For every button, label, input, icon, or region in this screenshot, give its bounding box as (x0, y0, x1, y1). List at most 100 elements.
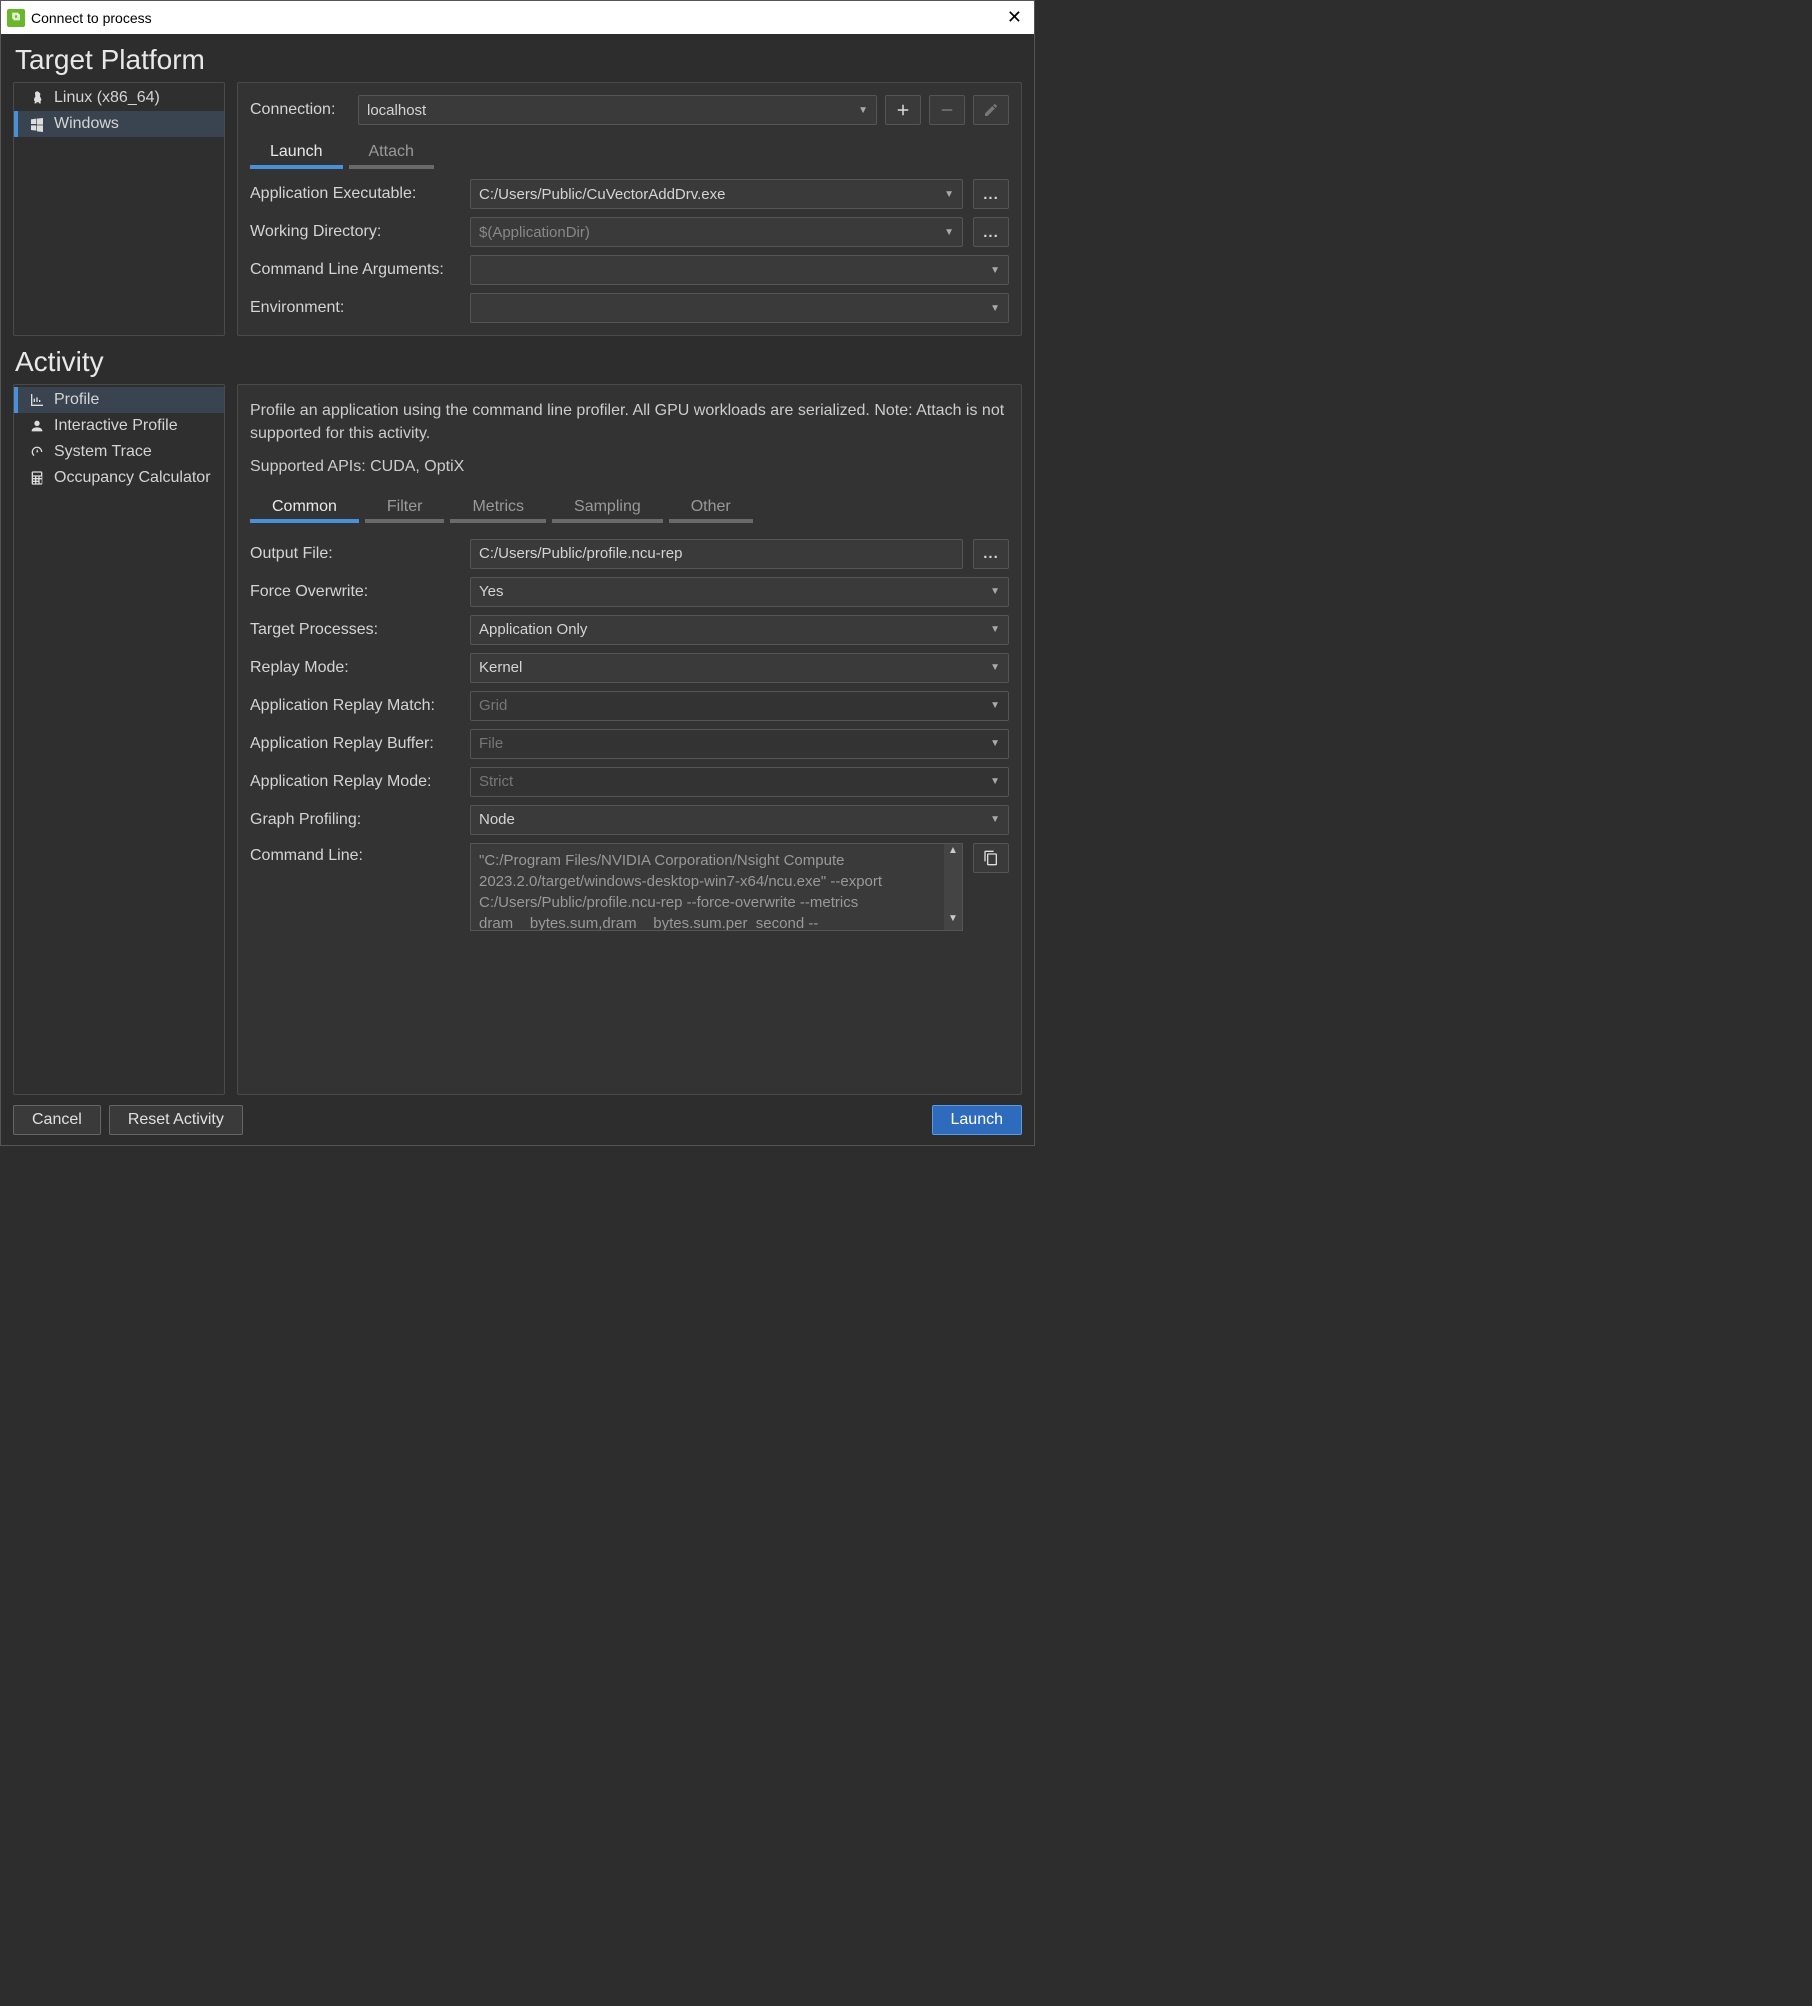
app-replay-buffer-dropdown: File ▼ (470, 729, 1009, 759)
sidebar-item-linux[interactable]: Linux (x86_64) (14, 85, 224, 111)
section-activity-title: Activity (15, 346, 1034, 378)
chevron-down-icon: ▼ (990, 776, 1000, 787)
edit-connection-button[interactable] (973, 95, 1009, 125)
subtab-other[interactable]: Other (669, 495, 753, 523)
chevron-down-icon: ▼ (990, 738, 1000, 749)
reset-activity-button[interactable]: Reset Activity (109, 1105, 243, 1135)
output-file-label: Output File: (250, 545, 460, 563)
chevron-down-icon: ▼ (990, 624, 1000, 635)
app-replay-mode-value: Strict (479, 773, 513, 790)
graph-profiling-dropdown[interactable]: Node ▼ (470, 805, 1009, 835)
app-exe-value: C:/Users/Public/CuVectorAddDrv.exe (479, 186, 725, 203)
tab-attach[interactable]: Attach (349, 139, 434, 169)
force-overwrite-label: Force Overwrite: (250, 583, 460, 601)
output-file-browse-button[interactable]: ... (973, 539, 1009, 569)
dialog-footer: Cancel Reset Activity Launch (1, 1095, 1034, 1135)
working-dir-label: Working Directory: (250, 223, 460, 241)
close-icon[interactable]: ✕ (1001, 7, 1028, 28)
app-replay-mode-label: Application Replay Mode: (250, 773, 460, 791)
scroll-down-icon[interactable]: ▼ (944, 912, 962, 930)
app-replay-match-value: Grid (479, 697, 507, 714)
chevron-down-icon: ▼ (990, 586, 1000, 597)
command-line-label: Command Line: (250, 843, 460, 865)
connection-select[interactable]: localhost ▼ (358, 95, 877, 125)
sidebar-item-interactive-profile[interactable]: Interactive Profile (14, 413, 224, 439)
chevron-down-icon: ▼ (990, 303, 1000, 314)
calculator-icon (28, 469, 46, 487)
sidebar-item-occupancy-calculator[interactable]: Occupancy Calculator (14, 465, 224, 491)
working-dir-dropdown[interactable]: $(ApplicationDir) ▼ (470, 217, 963, 247)
target-processes-value: Application Only (479, 621, 587, 638)
target-processes-dropdown[interactable]: Application Only ▼ (470, 615, 1009, 645)
connection-value: localhost (367, 102, 426, 119)
command-line-value: "C:/Program Files/NVIDIA Corporation/Nsi… (479, 852, 882, 931)
window-title: Connect to process (31, 10, 995, 26)
cmd-args-label: Command Line Arguments: (250, 261, 460, 279)
app-exe-dropdown[interactable]: C:/Users/Public/CuVectorAddDrv.exe ▼ (470, 179, 963, 209)
app-replay-match-dropdown: Grid ▼ (470, 691, 1009, 721)
app-exe-browse-button[interactable]: ... (973, 179, 1009, 209)
copy-command-button[interactable] (973, 843, 1009, 873)
windows-icon (28, 115, 46, 133)
titlebar: ⧉ Connect to process ✕ (1, 1, 1034, 34)
sidebar-item-profile[interactable]: Profile (14, 387, 224, 413)
subtab-common[interactable]: Common (250, 495, 359, 523)
chevron-down-icon: ▼ (990, 814, 1000, 825)
chevron-down-icon: ▼ (944, 189, 954, 200)
chevron-down-icon: ▼ (990, 662, 1000, 673)
sidebar-item-label: Interactive Profile (54, 417, 178, 435)
force-overwrite-dropdown[interactable]: Yes ▼ (470, 577, 1009, 607)
replay-mode-label: Replay Mode: (250, 659, 460, 677)
sidebar-item-label: Linux (x86_64) (54, 89, 160, 107)
cancel-button[interactable]: Cancel (13, 1105, 101, 1135)
graph-profiling-value: Node (479, 811, 515, 828)
activity-panel: Profile an application using the command… (237, 384, 1022, 1095)
activity-desc-line2: Supported APIs: CUDA, OptiX (250, 455, 1009, 478)
target-processes-label: Target Processes: (250, 621, 460, 639)
environment-label: Environment: (250, 299, 460, 317)
sidebar-item-label: Windows (54, 115, 119, 133)
person-icon (28, 417, 46, 435)
working-dir-browse-button[interactable]: ... (973, 217, 1009, 247)
app-exe-label: Application Executable: (250, 185, 460, 203)
working-dir-placeholder: $(ApplicationDir) (479, 224, 590, 241)
subtab-sampling[interactable]: Sampling (552, 495, 663, 523)
command-line-textarea[interactable]: "C:/Program Files/NVIDIA Corporation/Nsi… (470, 843, 963, 931)
platform-list: Linux (x86_64) Windows (13, 82, 225, 336)
scroll-up-icon[interactable]: ▲ (944, 844, 962, 862)
launch-attach-tabs: Launch Attach (250, 139, 1009, 169)
chevron-down-icon: ▼ (858, 105, 868, 116)
dialog-window: ⧉ Connect to process ✕ Target Platform L… (0, 0, 1035, 1146)
replay-mode-dropdown[interactable]: Kernel ▼ (470, 653, 1009, 683)
subtab-filter[interactable]: Filter (365, 495, 445, 523)
cmd-args-dropdown[interactable]: ▼ (470, 255, 1009, 285)
add-connection-button[interactable] (885, 95, 921, 125)
app-replay-buffer-label: Application Replay Buffer: (250, 735, 460, 753)
app-icon: ⧉ (7, 9, 25, 27)
remove-connection-button[interactable] (929, 95, 965, 125)
scrollbar[interactable]: ▲ ▼ (944, 844, 962, 930)
environment-dropdown[interactable]: ▼ (470, 293, 1009, 323)
sidebar-item-windows[interactable]: Windows (14, 111, 224, 137)
replay-mode-value: Kernel (479, 659, 522, 676)
graph-profiling-label: Graph Profiling: (250, 811, 460, 829)
sidebar-item-label: Profile (54, 391, 99, 409)
chart-icon (28, 391, 46, 409)
app-replay-match-label: Application Replay Match: (250, 697, 460, 715)
profile-subtabs: Common Filter Metrics Sampling Other (250, 495, 1009, 523)
activity-description: Profile an application using the command… (250, 397, 1009, 485)
connection-label: Connection: (250, 101, 350, 119)
app-replay-mode-dropdown: Strict ▼ (470, 767, 1009, 797)
chevron-down-icon: ▼ (990, 265, 1000, 276)
tab-launch[interactable]: Launch (250, 139, 343, 169)
gauge-icon (28, 443, 46, 461)
linux-icon (28, 89, 46, 107)
sidebar-item-label: System Trace (54, 443, 152, 461)
app-replay-buffer-value: File (479, 735, 503, 752)
launch-button[interactable]: Launch (932, 1105, 1023, 1135)
output-file-input[interactable] (470, 539, 963, 569)
subtab-metrics[interactable]: Metrics (450, 495, 546, 523)
sidebar-item-system-trace[interactable]: System Trace (14, 439, 224, 465)
sidebar-item-label: Occupancy Calculator (54, 469, 211, 487)
section-target-platform-title: Target Platform (15, 44, 1034, 76)
